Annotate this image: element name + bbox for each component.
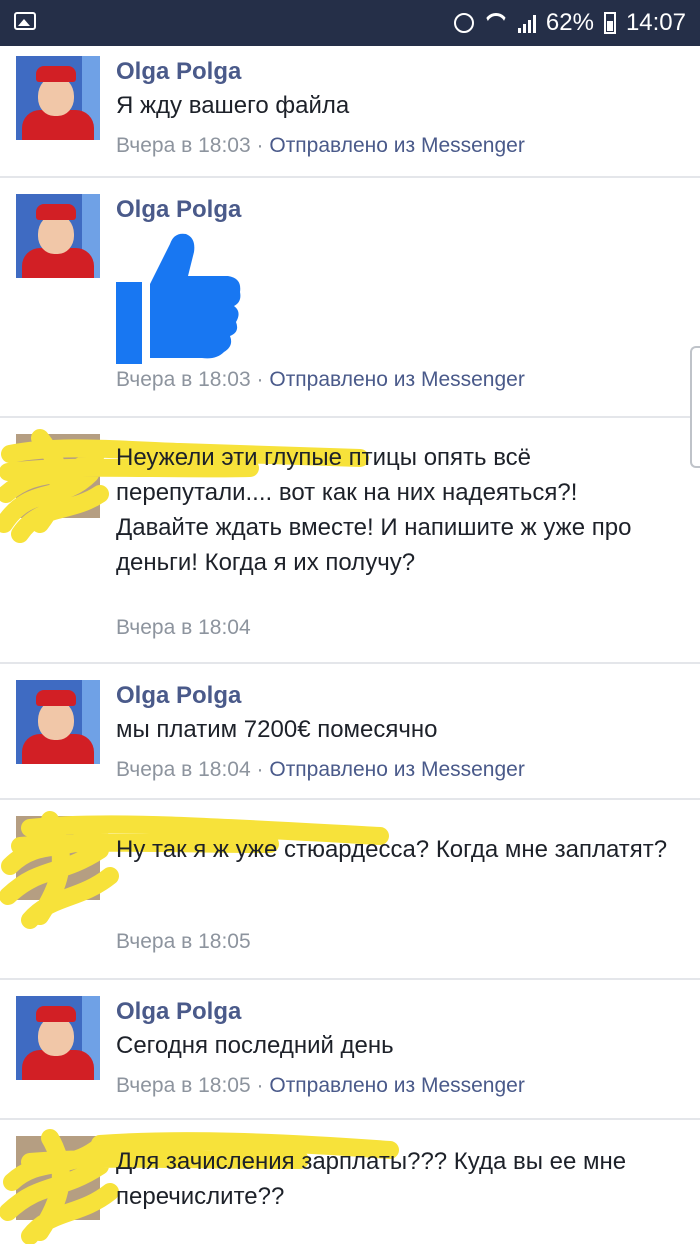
status-bar: 62% 14:07 bbox=[0, 0, 700, 46]
author-name[interactable]: Olga Polga bbox=[116, 196, 241, 224]
timestamp: Вчера в 18:05 bbox=[116, 1074, 251, 1097]
battery-percent: 62% bbox=[545, 9, 594, 36]
timestamp: Вчера в 18:05 bbox=[116, 930, 251, 953]
message-item: Olga Polga мы платим 7200€ помесячно Вче… bbox=[0, 664, 700, 800]
message-item: Olga Polga Вчера в 18:03 · Отправлено из… bbox=[0, 178, 700, 418]
message-meta: Вчера в 18:04 · Отправлено из Messenger bbox=[116, 758, 525, 782]
messenger-link[interactable]: Отправлено из Messenger bbox=[269, 758, 524, 781]
meta-separator: · bbox=[256, 758, 264, 781]
author-name[interactable]: Olga Polga bbox=[116, 58, 241, 86]
author-name[interactable]: Olga Polga bbox=[116, 998, 241, 1026]
image-icon bbox=[14, 12, 36, 30]
signal-icon bbox=[517, 13, 536, 33]
message-meta: Вчера в 18:05 bbox=[116, 930, 251, 954]
message-text: Сегодня последний день bbox=[116, 1032, 394, 1059]
messenger-link[interactable]: Отправлено из Messenger bbox=[269, 1074, 524, 1097]
meta-separator: · bbox=[256, 134, 264, 157]
message-text: мы платим 7200€ помесячно bbox=[116, 716, 438, 743]
avatar[interactable] bbox=[16, 56, 100, 140]
scrollbar[interactable] bbox=[690, 346, 700, 468]
timestamp: Вчера в 18:04 bbox=[116, 616, 251, 639]
message-meta: Вчера в 18:03 · Отправлено из Messenger bbox=[116, 134, 525, 158]
battery-icon bbox=[603, 12, 616, 34]
thumbs-up-sticker bbox=[116, 233, 241, 364]
message-item: Для зачисления зарплаты??? Куда вы ее мн… bbox=[0, 1120, 700, 1244]
message-text: Я жду вашего файла bbox=[116, 92, 350, 119]
message-item: Ну так я ж уже стюардесса? Когда мне зап… bbox=[0, 800, 700, 980]
messenger-link[interactable]: Отправлено из Messenger bbox=[269, 368, 524, 391]
avatar[interactable] bbox=[16, 194, 100, 278]
message-text: Неужели эти глупые птицы опять всё переп… bbox=[116, 444, 632, 576]
message-meta: Вчера в 18:05 · Отправлено из Messenger bbox=[116, 1074, 525, 1098]
wifi-icon bbox=[484, 13, 508, 33]
message-meta: Вчера в 18:03 · Отправлено из Messenger bbox=[116, 368, 525, 392]
message-text: Ну так я ж уже стюардесса? Когда мне зап… bbox=[116, 836, 668, 863]
message-item: Неужели эти глупые птицы опять всё переп… bbox=[0, 418, 700, 664]
author-name[interactable]: Olga Polga bbox=[116, 682, 241, 710]
avatar[interactable] bbox=[16, 680, 100, 764]
meta-separator: · bbox=[256, 1074, 264, 1097]
redaction-scribble bbox=[0, 811, 389, 929]
message-meta: Вчера в 18:04 bbox=[116, 616, 251, 640]
message-item: Olga Polga Я жду вашего файла Вчера в 18… bbox=[0, 46, 700, 178]
clock: 14:07 bbox=[625, 9, 686, 36]
avatar[interactable] bbox=[16, 996, 100, 1080]
timestamp: Вчера в 18:03 bbox=[116, 134, 251, 157]
status-icons: 62% 14:07 bbox=[453, 8, 686, 38]
alarm-icon bbox=[453, 13, 474, 33]
message-item: Olga Polga Сегодня последний день Вчера … bbox=[0, 980, 700, 1120]
message-text: Для зачисления зарплаты??? Куда вы ее мн… bbox=[116, 1148, 627, 1210]
meta-separator: · bbox=[256, 368, 264, 391]
timestamp: Вчера в 18:03 bbox=[116, 368, 251, 391]
message-feed: Olga Polga Я жду вашего файла Вчера в 18… bbox=[0, 46, 700, 1244]
timestamp: Вчера в 18:04 bbox=[116, 758, 251, 781]
messenger-link[interactable]: Отправлено из Messenger bbox=[269, 134, 524, 157]
